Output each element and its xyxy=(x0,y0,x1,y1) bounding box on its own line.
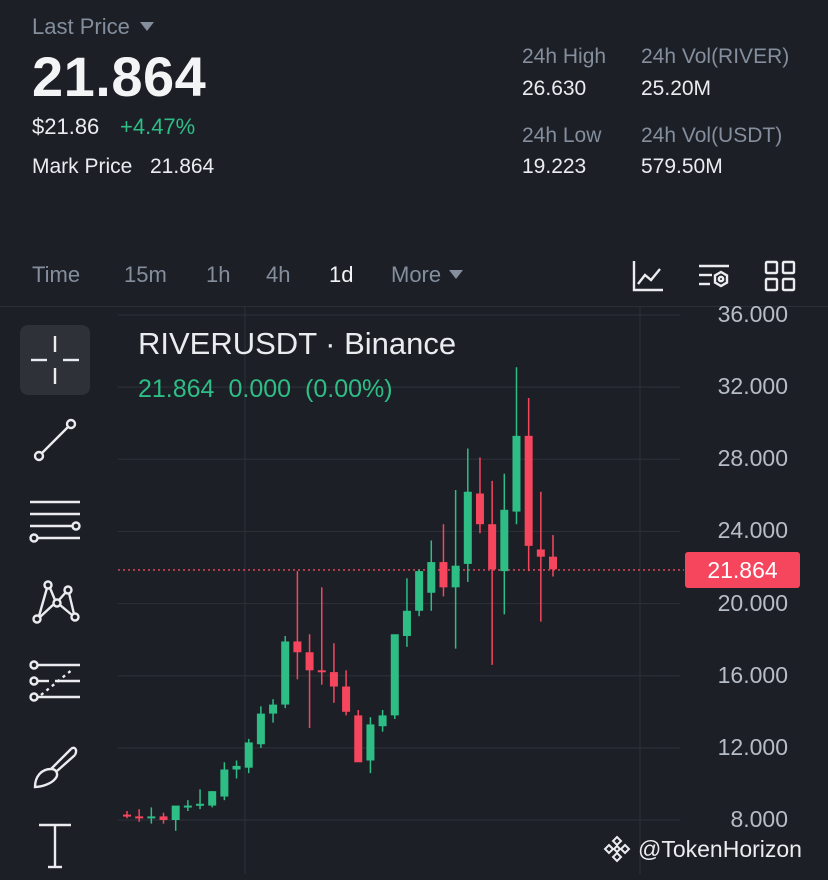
ohlc-change: 0.000 xyxy=(228,375,292,403)
candle-body xyxy=(171,805,180,820)
y-tick-label: 32.000 xyxy=(717,373,788,399)
candlestick-chart[interactable] xyxy=(0,307,828,874)
fibonacci-icon[interactable] xyxy=(20,648,90,718)
caret-down-icon xyxy=(449,269,464,279)
last-price-dropdown[interactable]: Last Price xyxy=(32,14,154,40)
trend-line-icon[interactable] xyxy=(20,405,90,475)
binance-logo-icon xyxy=(603,835,631,863)
candle-body xyxy=(208,791,217,806)
candle-body xyxy=(147,816,156,819)
candle-body xyxy=(183,805,192,808)
y-tick-label: 8.000 xyxy=(730,806,788,832)
y-tick-label: 12.000 xyxy=(717,734,788,760)
candle-body xyxy=(378,715,387,727)
candle-body xyxy=(354,715,363,763)
chart-style-icon[interactable] xyxy=(630,258,666,294)
candle-body xyxy=(123,814,131,817)
mark-price-label: Mark Price xyxy=(32,155,133,178)
tab-time[interactable]: Time xyxy=(32,262,80,288)
candle-body xyxy=(232,765,241,770)
watermark: @TokenHorizon xyxy=(602,834,802,864)
last-price-label: Last Price xyxy=(32,14,130,39)
candle-body xyxy=(500,509,509,572)
indicator-settings-icon[interactable] xyxy=(696,258,732,294)
tab-15m[interactable]: 15m xyxy=(124,262,167,288)
candle-body xyxy=(366,724,375,761)
tab-1h[interactable]: 1h xyxy=(206,262,230,288)
vol-base-value: 25.20M xyxy=(641,77,712,100)
watermark-text: @TokenHorizon xyxy=(638,835,802,862)
ohlc-price: 21.864 xyxy=(138,375,215,403)
vol-quote-value: 579.50M xyxy=(641,155,723,178)
last-price-value: 21.864 xyxy=(32,45,207,108)
candle-body xyxy=(475,493,484,525)
candle-body xyxy=(451,565,460,588)
crosshair-icon[interactable] xyxy=(20,325,90,395)
low-value: 19.223 xyxy=(522,155,587,178)
candle-body xyxy=(135,816,144,819)
candle-body xyxy=(512,435,521,512)
candle-body xyxy=(524,435,533,546)
candle-body xyxy=(269,704,278,714)
candle-body xyxy=(463,491,472,564)
candle-body xyxy=(390,634,399,716)
tab-more[interactable]: More xyxy=(391,262,464,288)
high-label: 24h High xyxy=(522,45,607,68)
change-percent: +4.47% xyxy=(120,114,196,139)
candle-body xyxy=(536,549,545,557)
layout-grid-icon[interactable] xyxy=(762,258,798,294)
candle-body xyxy=(305,652,314,671)
y-tick-label: 20.000 xyxy=(717,590,788,616)
candle-body xyxy=(196,803,205,806)
candle-body xyxy=(415,571,424,611)
tab-more-label: More xyxy=(391,262,442,287)
y-tick-label: 36.000 xyxy=(717,301,788,327)
tab-1d[interactable]: 1d xyxy=(329,262,353,288)
candle-body xyxy=(159,816,168,820)
candle-body xyxy=(317,670,326,673)
candle-body xyxy=(281,641,290,705)
brush-icon[interactable] xyxy=(20,730,90,800)
candle-body xyxy=(244,742,253,768)
y-tick-label: 24.000 xyxy=(717,517,788,543)
candle-body xyxy=(342,686,351,712)
candle-body xyxy=(256,713,265,745)
candle-body xyxy=(427,562,436,593)
high-value: 26.630 xyxy=(522,77,587,100)
candle-body xyxy=(488,524,497,570)
vol-quote-label: 24h Vol(USDT) xyxy=(641,124,783,147)
pattern-icon[interactable] xyxy=(20,566,90,636)
current-price-tag: 21.864 xyxy=(685,552,800,588)
caret-down-icon xyxy=(139,21,154,31)
text-tool-icon[interactable] xyxy=(20,810,90,880)
candle-body xyxy=(402,610,411,637)
candle-body xyxy=(293,641,302,653)
low-label: 24h Low xyxy=(522,124,602,147)
candle-body xyxy=(439,562,448,588)
horizontal-lines-icon[interactable] xyxy=(20,487,90,557)
tab-4h[interactable]: 4h xyxy=(266,262,290,288)
ohlc-change-percent: (0.00%) xyxy=(305,375,393,403)
usd-price: $21.86 xyxy=(32,114,100,139)
vol-base-label: 24h Vol(RIVER) xyxy=(641,45,790,68)
chart-symbol-title: RIVERUSDT · Binance xyxy=(138,326,457,361)
ohlc-legend: 21.864 0.000 (0.00%) xyxy=(138,375,407,404)
candle-body xyxy=(220,769,229,797)
y-tick-label: 28.000 xyxy=(717,445,788,471)
candle-body xyxy=(549,556,557,570)
mark-price-value: 21.864 xyxy=(150,155,215,178)
candle-body xyxy=(329,672,338,687)
y-tick-label: 16.000 xyxy=(717,662,788,688)
